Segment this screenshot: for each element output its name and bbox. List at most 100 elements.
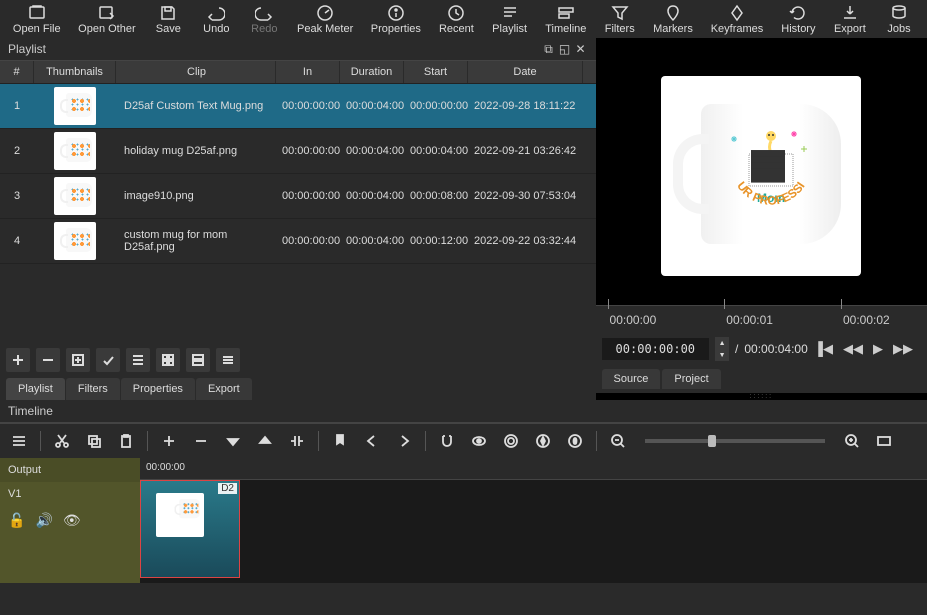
thumbnail	[54, 87, 96, 125]
skip-prev-button[interactable]: ▐◀	[814, 341, 833, 357]
play-button[interactable]: ▶	[873, 341, 883, 357]
update-button[interactable]	[96, 348, 120, 372]
panel-float-icon[interactable]: ◱	[558, 42, 572, 56]
v1-header[interactable]: V1	[0, 482, 140, 506]
timeline-clip[interactable]: D2	[140, 480, 240, 578]
jobs-button[interactable]: Jobs	[875, 2, 923, 36]
properties-icon	[387, 4, 405, 22]
cut-button[interactable]	[51, 430, 73, 452]
zoom-slider[interactable]	[645, 439, 825, 443]
open-file-icon	[28, 4, 46, 22]
header-date[interactable]: Date	[468, 61, 583, 83]
zoom-in-button[interactable]	[841, 430, 863, 452]
thumbnail	[54, 222, 96, 260]
time-spinner[interactable]: ▲▼	[715, 337, 729, 361]
tab-playlist[interactable]: Playlist	[6, 378, 65, 400]
export-icon	[841, 4, 859, 22]
add-button[interactable]	[6, 348, 30, 372]
scrub-button[interactable]	[468, 430, 490, 452]
paste-button[interactable]	[115, 430, 137, 452]
zoom-fit-button[interactable]	[873, 430, 895, 452]
peak-meter-button[interactable]: Peak Meter	[288, 2, 362, 36]
header-start[interactable]: Start	[404, 61, 468, 83]
peak-meter-icon	[316, 4, 334, 22]
view-list-button[interactable]	[126, 348, 150, 372]
preview-ruler[interactable]: 00:00:00 00:00:01 00:00:02	[596, 305, 927, 333]
lift-button[interactable]	[190, 430, 212, 452]
current-time[interactable]: 00:00:00:00	[602, 338, 709, 360]
lock-icon[interactable]: 🔓	[8, 512, 25, 529]
redo-button[interactable]: Redo	[240, 2, 288, 36]
split-button[interactable]	[286, 430, 308, 452]
timeline-ruler[interactable]: 00:00:00	[140, 458, 927, 480]
export-button[interactable]: Export	[825, 2, 875, 36]
append-button[interactable]	[158, 430, 180, 452]
ripple-button[interactable]	[500, 430, 522, 452]
recent-button[interactable]: Recent	[430, 2, 483, 36]
undo-button[interactable]: Undo	[192, 2, 240, 36]
timeline-menu-button[interactable]	[8, 430, 30, 452]
redo-icon	[255, 4, 273, 22]
playlist-row[interactable]: 3 image910.png 00:00:00:00 00:00:04:00 0…	[0, 174, 596, 219]
playlist-icon	[501, 4, 519, 22]
tab-source[interactable]: Source	[602, 369, 661, 389]
history-icon	[789, 4, 807, 22]
header-in[interactable]: In	[276, 61, 340, 83]
next-marker-button[interactable]	[393, 430, 415, 452]
save-button[interactable]: Save	[144, 2, 192, 36]
mute-icon[interactable]: 🔊	[35, 512, 52, 529]
playlist-row[interactable]: 2 holiday mug D25af.png 00:00:00:00 00:0…	[0, 129, 596, 174]
markers-icon	[664, 4, 682, 22]
view-tiles-button[interactable]	[156, 348, 180, 372]
remove-button[interactable]	[36, 348, 60, 372]
playlist-toolbar	[0, 342, 596, 378]
add-files-button[interactable]	[66, 348, 90, 372]
rewind-button[interactable]: ◀◀	[843, 341, 863, 357]
prev-marker-button[interactable]	[361, 430, 383, 452]
filters-icon	[611, 4, 629, 22]
markers-button[interactable]: Markers	[644, 2, 702, 36]
keyframes-button[interactable]: Keyframes	[702, 2, 772, 36]
timeline-button[interactable]: Timeline	[536, 2, 595, 36]
timeline-tracks[interactable]: 00:00:00 D2	[140, 458, 927, 583]
tab-project[interactable]: Project	[662, 369, 720, 389]
hide-icon[interactable]: 👁	[63, 512, 81, 529]
timeline-header: Timeline	[0, 400, 927, 423]
filters-button[interactable]: Filters	[595, 2, 644, 36]
history-button[interactable]: History	[772, 2, 825, 36]
view-icons-button[interactable]	[186, 348, 210, 372]
marker-button[interactable]	[329, 430, 351, 452]
properties-button[interactable]: Properties	[362, 2, 430, 36]
preview-viewport[interactable]: Mom OUR PROFESSIO ████████████████	[596, 38, 927, 305]
header-duration[interactable]: Duration	[340, 61, 404, 83]
source-project-tabs: Source Project	[596, 365, 927, 393]
panel-grip[interactable]: ::::::	[596, 393, 927, 400]
ripple-markers-button[interactable]	[564, 430, 586, 452]
ripple-all-button[interactable]	[532, 430, 554, 452]
preview-image: Mom OUR PROFESSIO ████████████████	[661, 76, 861, 276]
playlist-title: Playlist	[8, 42, 46, 56]
open-file-button[interactable]: Open File	[4, 2, 69, 36]
menu-button[interactable]	[216, 348, 240, 372]
overwrite-down-button[interactable]	[254, 430, 276, 452]
header-num[interactable]: #	[0, 61, 34, 83]
overwrite-up-button[interactable]	[222, 430, 244, 452]
header-clip[interactable]: Clip	[116, 61, 276, 83]
header-thumbnails[interactable]: Thumbnails	[34, 61, 116, 83]
panel-close-icon[interactable]: ✕	[574, 42, 588, 56]
ffwd-button[interactable]: ▶▶	[893, 341, 913, 357]
snap-button[interactable]	[436, 430, 458, 452]
tab-properties[interactable]: Properties	[121, 378, 195, 400]
tab-filters[interactable]: Filters	[66, 378, 120, 400]
playlist-row[interactable]: 4 custom mug for mom D25af.png 00:00:00:…	[0, 219, 596, 264]
open-other-button[interactable]: Open Other	[69, 2, 144, 36]
tab-export[interactable]: Export	[196, 378, 252, 400]
open-other-icon	[98, 4, 116, 22]
playlist-button[interactable]: Playlist	[483, 2, 536, 36]
panel-undock-icon[interactable]: ⧉	[542, 42, 556, 56]
output-header[interactable]: Output	[0, 458, 140, 482]
thumbnail	[54, 132, 96, 170]
zoom-out-button[interactable]	[607, 430, 629, 452]
copy-button[interactable]	[83, 430, 105, 452]
playlist-row[interactable]: 1 D25af Custom Text Mug.png 00:00:00:00 …	[0, 84, 596, 129]
